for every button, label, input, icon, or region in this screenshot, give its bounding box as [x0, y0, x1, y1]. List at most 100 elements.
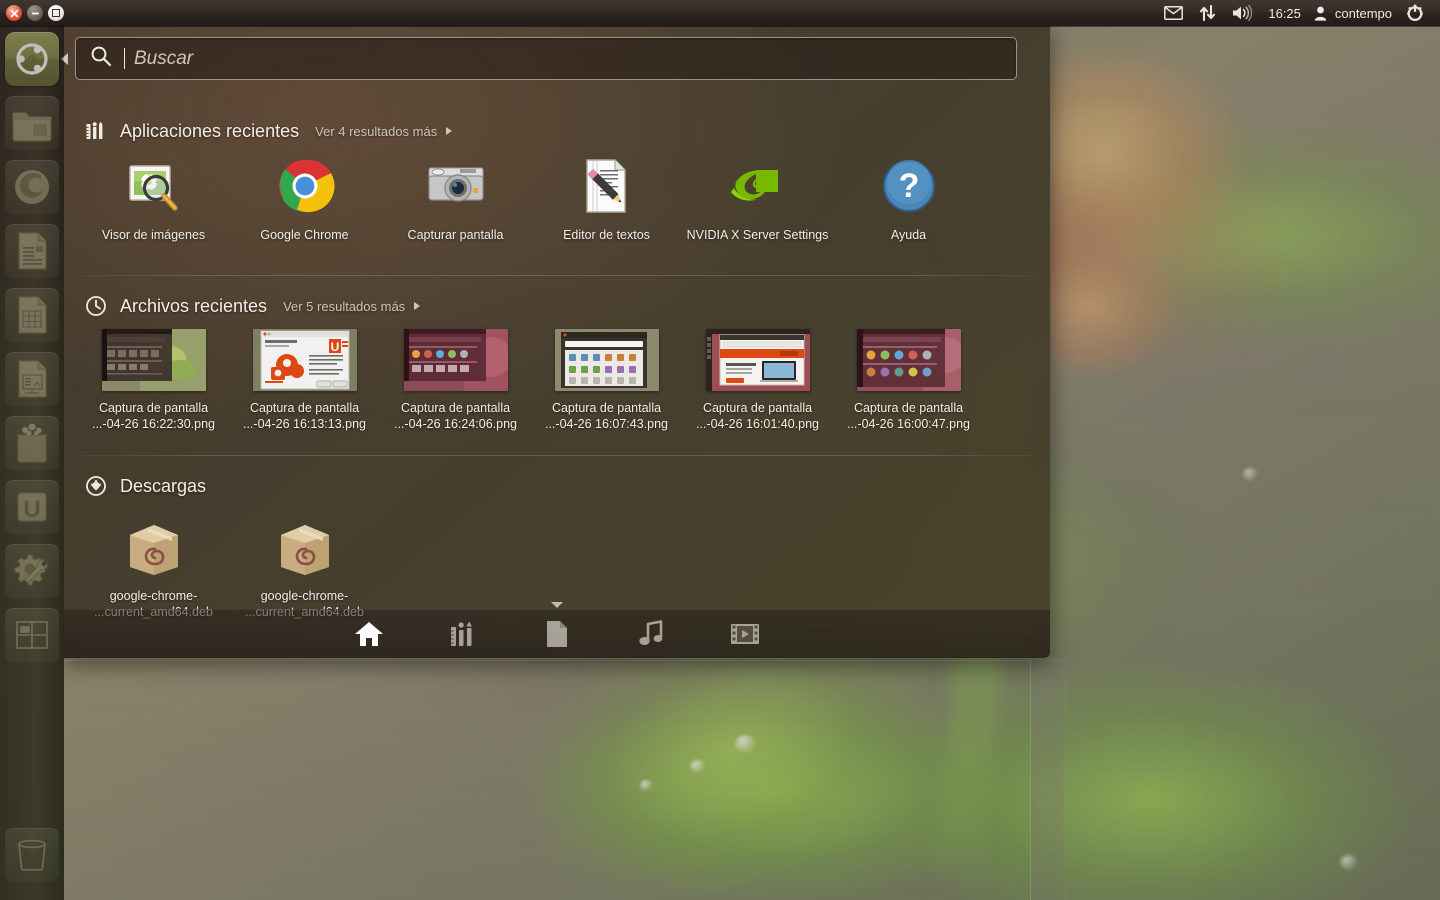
window-minimize-button[interactable] — [27, 5, 43, 21]
result-item[interactable]: google-chrome-...current_amd64.deb — [229, 509, 380, 620]
unity-launcher: U — [0, 26, 64, 900]
group-header-files[interactable]: Archivos recientes Ver 5 resultados más — [64, 289, 1050, 323]
chevron-right-icon — [414, 302, 420, 310]
sidebar-item-software-center[interactable] — [5, 416, 59, 470]
group-recent-applications: Aplicaciones recientes Ver 4 resultados … — [64, 114, 1050, 243]
group-header-apps[interactable]: Aplicaciones recientes Ver 4 resultados … — [64, 114, 1050, 148]
result-item[interactable]: Captura de pantalla...-04-26 16:00:47.pn… — [833, 323, 984, 432]
result-item[interactable]: Captura de pantalla...-04-26 16:24:06.pn… — [380, 323, 531, 432]
launcher-active-arrow — [61, 53, 68, 65]
file-thumbnail — [857, 329, 961, 391]
dash-search-field[interactable]: Buscar — [75, 37, 1017, 80]
see-more-results-files[interactable]: Ver 5 resultados más — [283, 299, 420, 314]
video-lens-button[interactable] — [728, 617, 762, 651]
result-item[interactable]: Google Chrome — [229, 148, 380, 243]
sidebar-item-ubuntu-one[interactable]: U — [5, 480, 59, 534]
sidebar-item-workspace-switcher[interactable] — [5, 608, 59, 662]
folder-icon — [10, 101, 54, 145]
session-gear-icon[interactable] — [1398, 0, 1432, 26]
result-item[interactable]: Captura de pantalla...-04-26 16:07:43.pn… — [531, 323, 682, 432]
applications-lens-icon — [84, 119, 108, 143]
file-thumbnail — [706, 329, 810, 391]
trash-icon — [10, 833, 54, 877]
dash-home-button[interactable] — [5, 32, 59, 86]
file-thumbnail: U — [253, 329, 357, 391]
result-item[interactable]: ? Ayuda — [833, 148, 984, 243]
window-maximize-button[interactable] — [48, 5, 64, 21]
spreadsheet-icon — [10, 293, 54, 337]
home-lens-button[interactable] — [352, 617, 386, 651]
background-window-right[interactable] — [1030, 26, 1440, 900]
group-recent-files: Archivos recientes Ver 5 resultados más — [64, 289, 1050, 432]
result-label: NVIDIA X Server Settings — [684, 227, 832, 243]
nvidia-icon — [726, 154, 790, 218]
result-label: Captura de pantalla...-04-26 16:07:43.pn… — [533, 400, 681, 432]
svg-text:U: U — [23, 496, 40, 523]
group-downloads: Descargas — [64, 469, 1050, 620]
result-label: Ayuda — [835, 227, 983, 243]
result-label: Google Chrome — [231, 227, 379, 243]
result-item[interactable]: U — [229, 323, 380, 432]
background-window-bottom[interactable] — [64, 660, 1065, 900]
top-panel: 16:25 contempo — [0, 0, 1440, 26]
unity-dash: Buscar — [64, 26, 1051, 659]
result-item[interactable]: Editor de textos — [531, 148, 682, 243]
sidebar-item-system-settings[interactable] — [5, 544, 59, 598]
sidebar-item-libreoffice-impress[interactable] — [5, 352, 59, 406]
help-icon: ? — [877, 154, 941, 218]
panel-clock[interactable]: 16:25 — [1261, 6, 1308, 21]
group-title: Aplicaciones recientes — [120, 121, 299, 142]
result-item[interactable]: Captura de pantalla...-04-26 16:22:30.pn… — [78, 323, 229, 432]
panel-user-menu[interactable]: contempo — [1308, 6, 1398, 21]
deb-package-icon — [122, 515, 186, 579]
svg-text:U: U — [330, 340, 339, 354]
desktop-screen: 16:25 contempo — [0, 0, 1440, 900]
applications-lens-button[interactable] — [446, 617, 480, 651]
file-thumbnail — [102, 329, 206, 391]
panel-indicators: 16:25 contempo — [1156, 0, 1440, 26]
result-label: Captura de pantalla...-04-26 16:22:30.pn… — [80, 400, 228, 432]
file-thumbnail — [404, 329, 508, 391]
chevron-down-icon[interactable] — [551, 602, 563, 608]
music-icon — [638, 620, 664, 648]
download-icon — [84, 474, 108, 498]
messaging-icon[interactable] — [1156, 0, 1191, 26]
image-viewer-icon — [122, 154, 186, 218]
group-title: Archivos recientes — [120, 296, 267, 317]
sidebar-item-files-nautilus[interactable] — [5, 96, 59, 150]
ubuntu-one-icon: U — [10, 485, 54, 529]
result-label: Visor de imágenes — [80, 227, 228, 243]
result-item[interactable]: Captura de pantalla...-04-26 16:01:40.pn… — [682, 323, 833, 432]
result-label: Captura de pantalla...-04-26 16:24:06.pn… — [382, 400, 530, 432]
volume-icon[interactable] — [1224, 0, 1261, 26]
result-label: Captura de pantalla...-04-26 16:00:47.pn… — [835, 400, 983, 432]
window-close-button[interactable] — [6, 5, 22, 21]
text-editor-icon — [575, 154, 639, 218]
network-icon[interactable] — [1191, 0, 1224, 26]
video-icon — [730, 622, 760, 646]
screenshot-camera-icon — [424, 154, 488, 218]
see-more-results-apps[interactable]: Ver 4 resultados más — [315, 124, 452, 139]
sidebar-item-libreoffice-calc[interactable] — [5, 288, 59, 342]
result-item[interactable]: google-chrome-...current_amd64.deb — [78, 509, 229, 620]
files-lens-button[interactable] — [540, 617, 574, 651]
sidebar-item-libreoffice-writer[interactable] — [5, 224, 59, 278]
group-header-downloads[interactable]: Descargas — [64, 469, 1050, 503]
clock-icon — [84, 294, 108, 318]
sidebar-item-trash[interactable] — [5, 828, 59, 882]
svg-text:?: ? — [898, 167, 919, 205]
dash-lens-bar — [64, 609, 1050, 658]
panel-username: contempo — [1331, 6, 1392, 21]
search-icon — [90, 45, 112, 72]
result-label: Editor de textos — [533, 227, 681, 243]
ubuntu-logo-icon — [5, 32, 59, 86]
result-label: Captura de pantalla...-04-26 16:01:40.pn… — [684, 400, 832, 432]
sidebar-item-firefox[interactable] — [5, 160, 59, 214]
gear-wrench-icon — [10, 549, 54, 593]
result-item[interactable]: Capturar pantalla — [380, 148, 531, 243]
result-label: Capturar pantalla — [382, 227, 530, 243]
result-item[interactable]: NVIDIA X Server Settings — [682, 148, 833, 243]
result-item[interactable]: Visor de imágenes — [78, 148, 229, 243]
chevron-right-icon — [446, 127, 452, 135]
music-lens-button[interactable] — [634, 617, 668, 651]
